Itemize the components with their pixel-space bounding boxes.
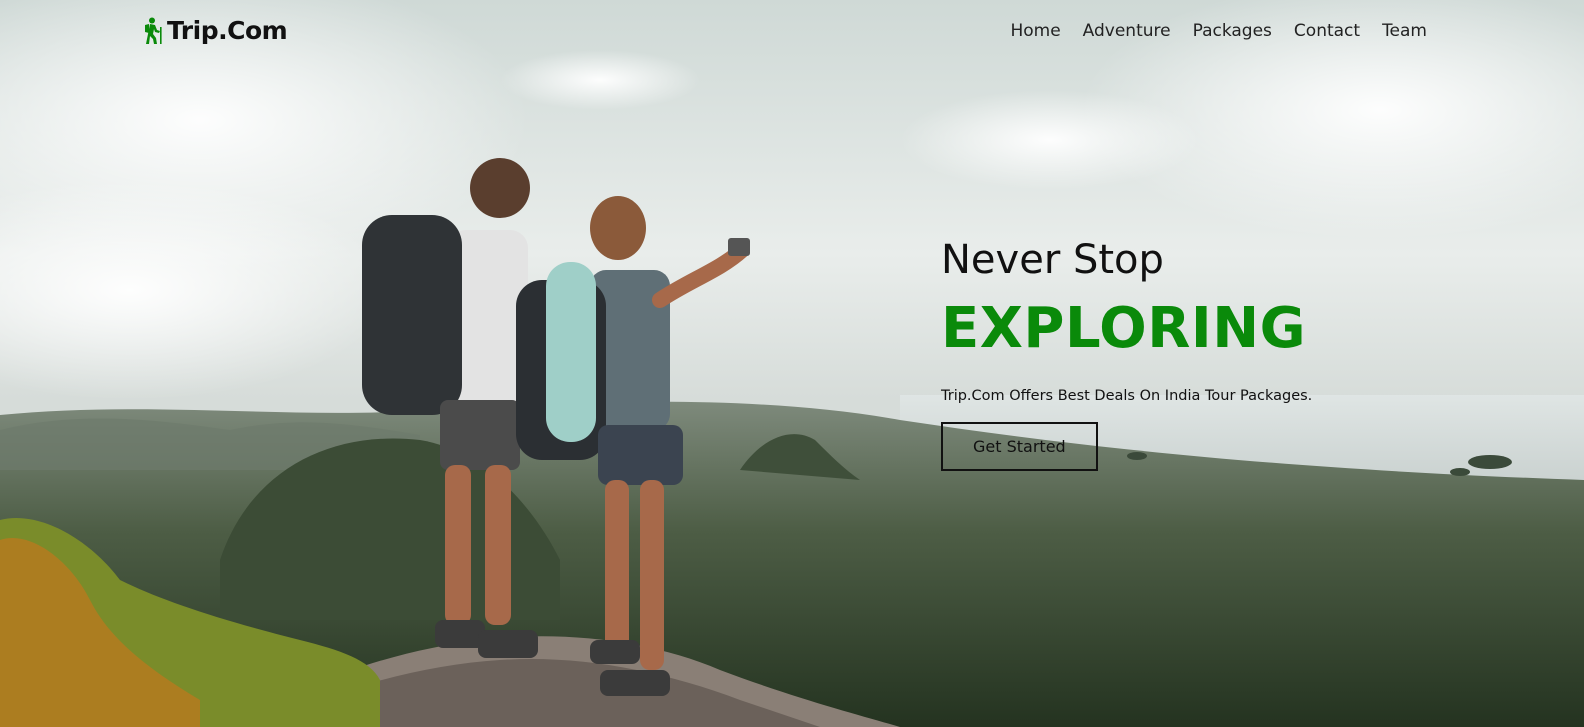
hero-description: Trip.Com Offers Best Deals On India Tour…: [941, 387, 1313, 404]
hero-subtitle: Never Stop: [941, 237, 1164, 283]
nav-link-packages[interactable]: Packages: [1193, 21, 1272, 41]
brand-name: Trip.Com: [167, 16, 288, 45]
nav-link-home[interactable]: Home: [1010, 21, 1060, 41]
hero-title: EXPLORING: [941, 296, 1307, 361]
nav-menu: Home Adventure Packages Contact Team: [1010, 21, 1427, 41]
hero-content: Never Stop EXPLORING Trip.Com Offers Bes…: [941, 236, 1501, 471]
get-started-button[interactable]: Get Started: [941, 421, 1098, 471]
navbar: Trip.Com Home Adventure Packages Contact…: [0, 0, 1584, 68]
brand-logo-link[interactable]: Trip.Com: [141, 16, 288, 45]
nav-link-team[interactable]: Team: [1382, 21, 1427, 41]
hiker-icon: [145, 17, 162, 44]
hero-section: Trip.Com Home Adventure Packages Contact…: [0, 0, 1584, 727]
nav-link-contact[interactable]: Contact: [1294, 21, 1360, 41]
nav-link-adventure[interactable]: Adventure: [1083, 21, 1171, 41]
